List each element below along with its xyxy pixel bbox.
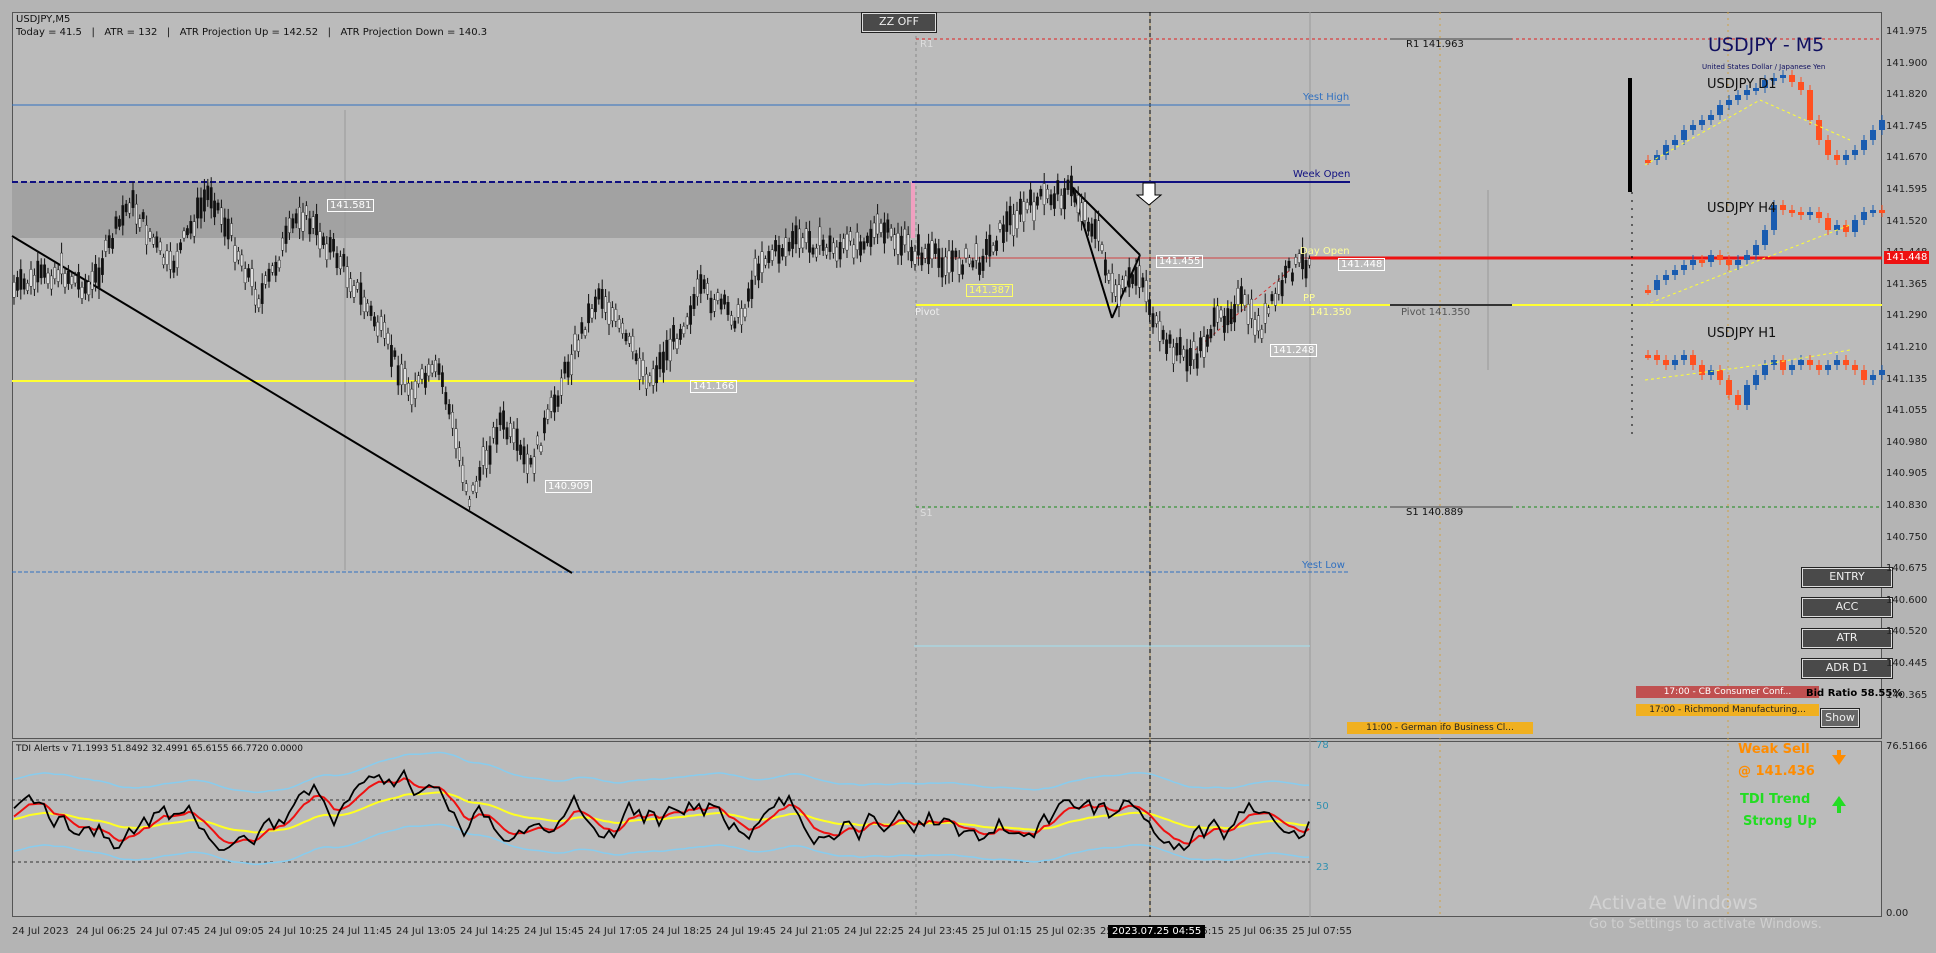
tdi-level-78: 78 (1316, 740, 1329, 751)
r1-left-label: R1 (920, 39, 934, 50)
price-tick: 140.905 (1886, 468, 1928, 480)
time-tick: 24 Jul 06:25 (76, 926, 136, 937)
time-tick: 25 Jul 01:15 (972, 926, 1032, 937)
chart-window: USDJPY,M5 Today = 41.5 | ATR = 132 | ATR… (0, 0, 1936, 953)
tdi-signal-price: @ 141.436 (1738, 764, 1815, 779)
stats-label: Today = 41.5 | ATR = 132 | ATR Projectio… (16, 27, 488, 38)
price-label: 140.909 (545, 480, 593, 493)
tf-h4-label: USDJPY H4 (1707, 201, 1777, 216)
day-open-label: Day Open (1300, 246, 1350, 257)
price-tick: 140.520 (1886, 626, 1928, 638)
price-tick: 141.595 (1886, 184, 1928, 195)
price-tick: 140.365 (1886, 689, 1928, 701)
pivot-value-label: 141.350 (1310, 307, 1352, 318)
pp-label: PP (1303, 293, 1316, 304)
tdi-scale-bottom: 0.00 (1886, 908, 1909, 919)
time-tick: 24 Jul 18:25 (652, 926, 712, 937)
time-tick: 24 Jul 22:25 (844, 926, 904, 937)
price-tick: 141.210 (1886, 342, 1928, 353)
yest-low-label: Yest Low (1302, 560, 1345, 571)
r1-right-label: R1 141.963 (1406, 39, 1464, 50)
pivot-right-label: Pivot 141.350 (1401, 307, 1471, 318)
price-tick: 140.830 (1886, 500, 1928, 511)
price-tick: 140.980 (1886, 436, 1928, 448)
tf-d1-label: USDJPY D1 (1707, 77, 1777, 92)
time-tick: 25 Jul 06:35 (1228, 926, 1288, 937)
price-tick: 141.290 (1886, 310, 1928, 322)
time-tick: 24 Jul 15:45 (524, 926, 584, 937)
tdi-header: TDI Alerts v 71.1993 51.8492 32.4991 65.… (16, 744, 303, 754)
time-tick: 24 Jul 21:05 (780, 926, 840, 937)
time-tick: 24 Jul 10:25 (268, 926, 328, 937)
atr-button[interactable]: ATR (1802, 629, 1892, 648)
price-tick: 141.900 (1886, 57, 1928, 69)
tdi-trend-label: TDI Trend (1740, 792, 1811, 807)
price-tick: 140.675 (1886, 563, 1928, 575)
time-tick: 24 Jul 17:05 (588, 926, 648, 937)
week-open-label: Week Open (1293, 169, 1351, 180)
price-tick: 140.600 (1886, 594, 1928, 606)
time-tick: 25 Jul 02:35 (1036, 926, 1096, 937)
price-tick: 141.975 (1886, 26, 1928, 37)
news-cb[interactable]: 17:00 - CB Consumer Conf... (1636, 686, 1819, 698)
time-tick: 24 Jul 07:45 (140, 926, 200, 937)
yest-high-label: Yest High (1303, 92, 1350, 103)
time-tick: 24 Jul 2023 (12, 926, 69, 937)
pivot-left-label: Pivot (915, 307, 940, 318)
panel-title: USDJPY - M5 (1708, 34, 1825, 56)
activate-watermark-sub: Go to Settings to activate Windows. (1589, 917, 1822, 932)
chart-overlay (11, 12, 1885, 917)
time-tick: 24 Jul 23:45 (908, 926, 968, 937)
price-tick: 141.365 (1886, 278, 1928, 290)
crosshair-time-label: 2023.07.25 04:55 (1108, 925, 1206, 938)
time-tick: 24 Jul 09:05 (204, 926, 264, 937)
time-tick: 24 Jul 19:45 (716, 926, 776, 937)
tdi-signal-weak-sell: Weak Sell (1738, 742, 1810, 757)
tdi-level-50: 50 (1316, 801, 1329, 812)
time-tick: 24 Jul 14:25 (460, 926, 520, 937)
s1-left-label: S1 (920, 508, 933, 519)
current-price-tag: 141.448 (1884, 251, 1930, 264)
news-german[interactable]: 11:00 - German ifo Business Cl... (1347, 722, 1533, 734)
zz-toggle-button[interactable]: ZZ OFF (862, 13, 936, 32)
news-richmond[interactable]: 17:00 - Richmond Manufacturing... (1636, 704, 1819, 716)
symbol-label: USDJPY,M5 (16, 14, 71, 25)
candles (12, 165, 1311, 510)
price-tick: 141.745 (1886, 120, 1928, 132)
price-tick: 141.055 (1886, 405, 1928, 417)
price-label: 141.581 (327, 199, 375, 212)
activate-watermark: Activate Windows (1589, 892, 1758, 914)
s1-right-label: S1 140.889 (1406, 507, 1464, 518)
time-tick: 24 Jul 13:05 (396, 926, 456, 937)
price-label: 141.455 (1156, 255, 1204, 268)
acc-button[interactable]: ACC (1802, 598, 1892, 617)
tdi-trend-strength: Strong Up (1743, 814, 1817, 829)
price-tick: 141.670 (1886, 152, 1928, 164)
price-tick: 141.820 (1886, 89, 1928, 101)
price-tick: 140.750 (1886, 531, 1928, 543)
tdi-scale-top: 76.5166 (1886, 741, 1928, 752)
price-tick: 141.135 (1886, 373, 1928, 385)
time-tick: 25 Jul 07:55 (1292, 926, 1352, 937)
time-tick: 24 Jul 11:45 (332, 926, 392, 937)
price-tick: 141.520 (1886, 215, 1928, 227)
price-label: 141.448 (1338, 258, 1386, 271)
price-label: 141.166 (690, 380, 738, 393)
tf-h1-label: USDJPY H1 (1707, 326, 1777, 341)
price-tick: 140.445 (1886, 658, 1928, 669)
adr-d1-button[interactable]: ADR D1 (1802, 659, 1892, 678)
show-button[interactable]: Show (1821, 709, 1859, 727)
panel-subtitle: United States Dollar / Japanese Yen (1702, 63, 1826, 71)
price-label: 141.248 (1270, 344, 1318, 357)
entry-button[interactable]: ENTRY (1802, 568, 1892, 587)
tdi-level-23: 23 (1316, 862, 1329, 873)
price-label: 141.387 (966, 284, 1014, 297)
